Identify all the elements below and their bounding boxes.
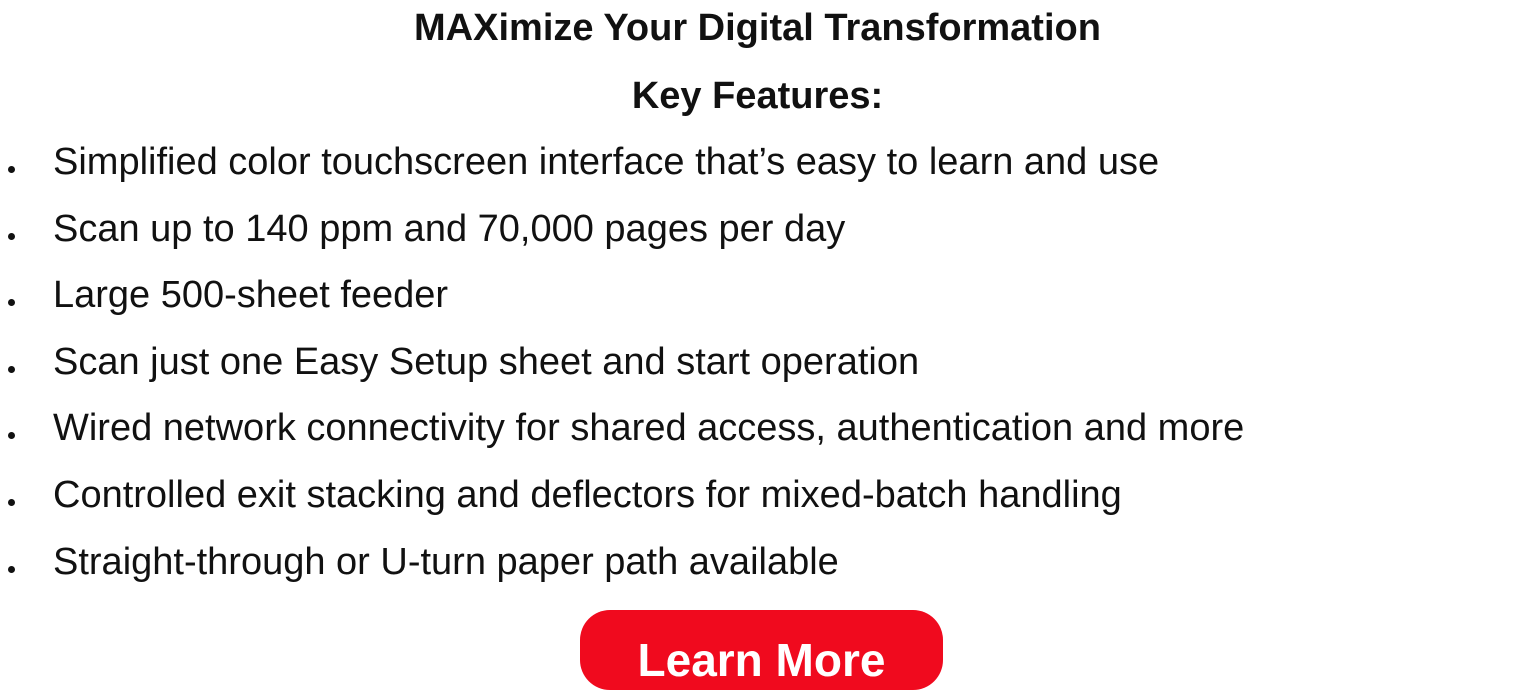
section-heading: Key Features: (631, 75, 884, 117)
feature-list-item: Scan up to 140 ppm and 70,000 pages per … (0, 206, 1533, 273)
bullet-icon (8, 299, 15, 307)
feature-text: Straight-through or U-turn paper path av… (53, 540, 839, 583)
feature-list-item: Scan just one Easy Setup sheet and start… (0, 339, 1533, 406)
feature-list: Simplified color touchscreen interface t… (0, 139, 1533, 605)
feature-text: Controlled exit stacking and deflectors … (53, 473, 1122, 516)
feature-text: Scan up to 140 ppm and 70,000 pages per … (53, 207, 846, 250)
feature-text: Simplified color touchscreen interface t… (53, 141, 1160, 183)
feature-list-item: Controlled exit stacking and deflectors … (0, 472, 1533, 539)
feature-list-item: Wired network connectivity for shared ac… (0, 405, 1533, 472)
bullet-icon (8, 232, 15, 240)
feature-text: Large 500-sheet feeder (53, 274, 449, 317)
feature-text: Scan just one Easy Setup sheet and start… (53, 340, 920, 383)
bullet-icon (8, 365, 15, 373)
feature-list-item: Large 500-sheet feeder (0, 272, 1533, 339)
feature-text: Wired network connectivity for shared ac… (53, 407, 1245, 450)
feature-list-item: Straight-through or U-turn paper path av… (0, 539, 1533, 606)
bullet-icon (8, 432, 15, 440)
bullet-icon (8, 166, 15, 173)
bullet-icon (8, 498, 15, 506)
page-title: MAXimize Your Digital Transformation (414, 7, 1101, 49)
feature-list-item: Simplified color touchscreen interface t… (0, 139, 1533, 206)
learn-more-button[interactable]: Learn More (580, 610, 943, 690)
bullet-icon (8, 565, 15, 573)
